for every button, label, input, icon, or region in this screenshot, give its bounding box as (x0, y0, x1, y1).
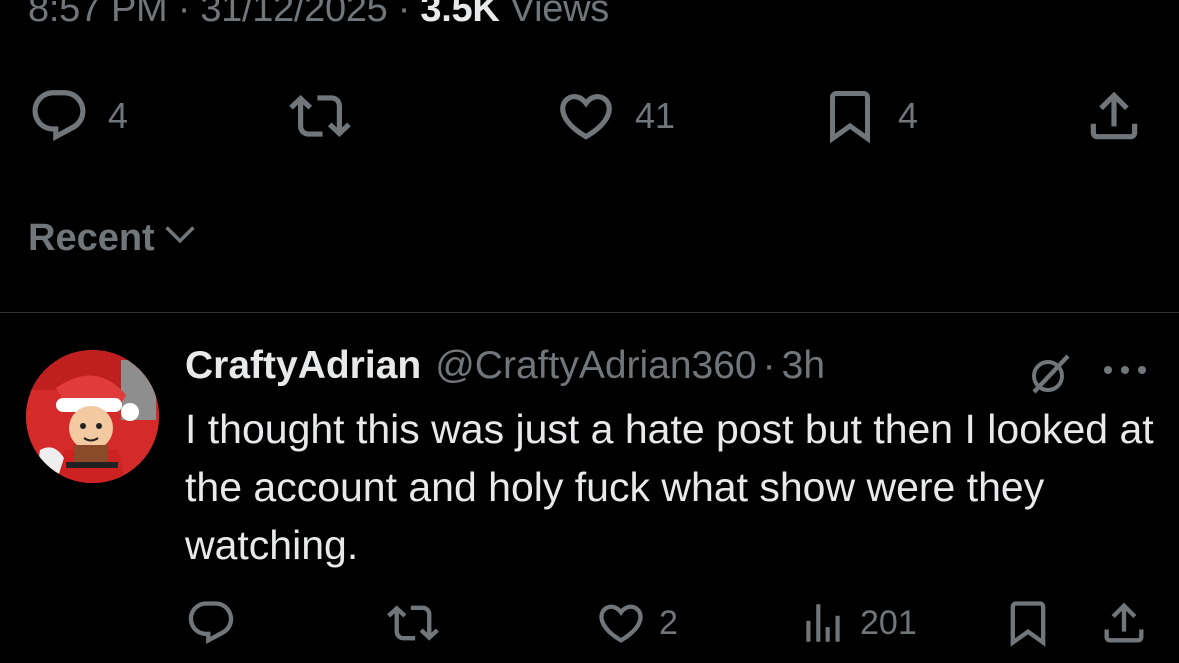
ellipsis-icon (1100, 366, 1150, 386)
reply-author-name[interactable]: CraftyAdrian (185, 344, 421, 388)
share-upload-icon (1098, 597, 1150, 649)
reply-repost-button[interactable] (385, 597, 453, 649)
heart-icon (555, 85, 617, 147)
reply-header: CraftyAdrian @CraftyAdrian360 · 3h (185, 344, 825, 388)
replies-sort-dropdown[interactable]: Recent (28, 214, 199, 262)
meta-separator: · (397, 0, 411, 30)
repost-arrows-icon (385, 597, 441, 649)
speech-bubble-icon (185, 597, 237, 649)
post-views-label[interactable]: Views (510, 0, 609, 30)
bar-chart-icon (798, 597, 848, 649)
post-reply-count: 4 (108, 95, 129, 136)
reply-bookmark-button[interactable] (1002, 597, 1054, 649)
reply-like-button[interactable]: 2 (595, 597, 678, 649)
reply-separator: · (762, 344, 776, 387)
reply-action-bar: 2 201 (0, 597, 1179, 651)
post-meta-line: 8:57 PM · 31/12/2025 · 3.5K Views (28, 0, 609, 31)
replies-sort-label: Recent (28, 216, 155, 259)
post-repost-button[interactable] (286, 85, 372, 147)
post-like-count: 41 (635, 95, 676, 136)
post-views-count[interactable]: 3.5K (420, 0, 499, 30)
reply-views-count: 201 (860, 603, 917, 642)
speech-bubble-icon (28, 85, 90, 147)
avatar[interactable] (26, 350, 159, 483)
post-date: 31/12/2025 (200, 0, 388, 30)
grok-button[interactable] (1026, 350, 1074, 403)
post-bookmark-button[interactable]: 4 (820, 85, 918, 147)
reply-views-button[interactable]: 201 (798, 597, 917, 649)
reply-like-count: 2 (659, 603, 678, 642)
more-options-button[interactable] (1100, 358, 1150, 387)
post-reply-button[interactable]: 4 (28, 85, 128, 147)
reply-share-button[interactable] (1098, 597, 1150, 649)
bookmark-icon (820, 85, 880, 147)
heart-icon (595, 597, 647, 649)
post-share-button[interactable] (1083, 85, 1145, 147)
chevron-down-icon (155, 214, 199, 262)
share-upload-icon (1083, 85, 1145, 147)
meta-separator: · (177, 0, 191, 30)
divider (0, 312, 1179, 313)
post-like-button[interactable]: 41 (555, 85, 675, 147)
post-action-bar: 4 41 4 (0, 85, 1179, 155)
reply-author-handle[interactable]: @CraftyAdrian360 (435, 344, 756, 388)
reply-timestamp[interactable]: 3h (782, 344, 825, 388)
post-bookmark-count: 4 (898, 95, 919, 136)
bookmark-icon (1002, 597, 1054, 649)
reply-reply-button[interactable] (185, 597, 249, 649)
post-time: 8:57 PM (28, 0, 168, 30)
reply-text: I thought this was just a hate post but … (185, 406, 1154, 568)
repost-arrows-icon (286, 85, 354, 147)
